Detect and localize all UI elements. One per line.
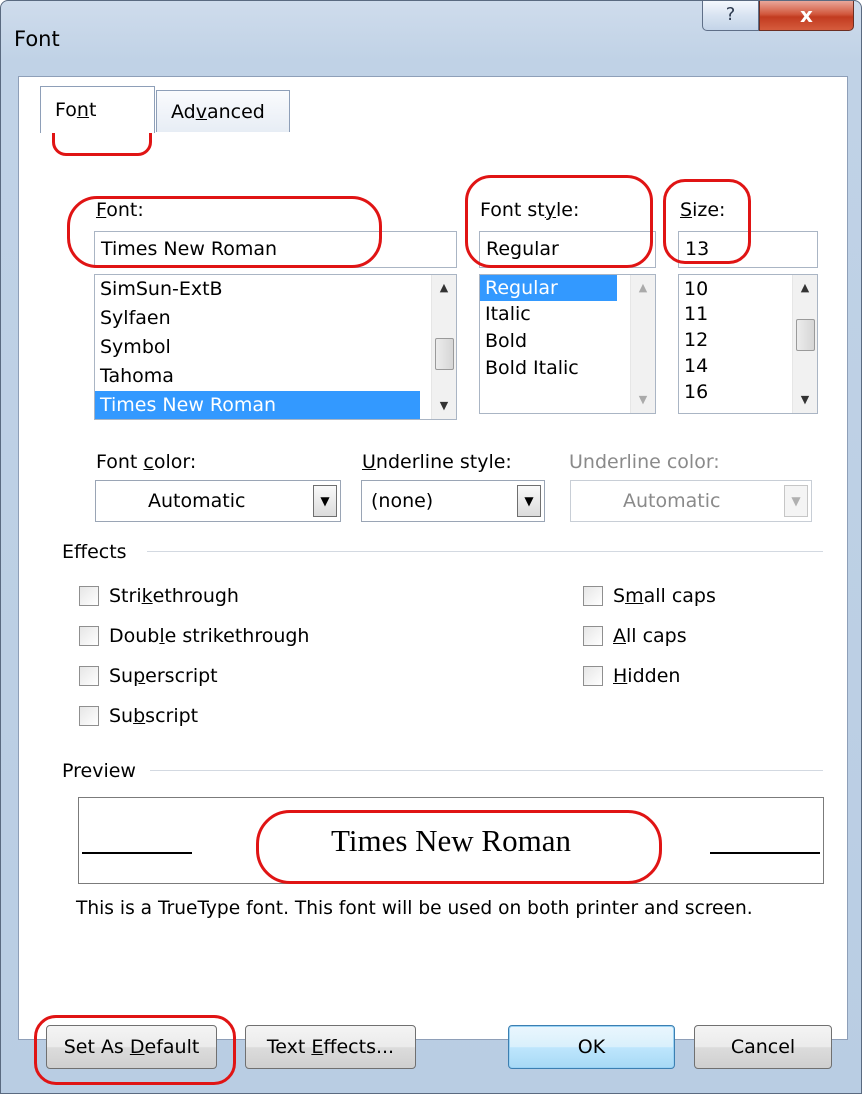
small-caps-checkbox[interactable]: Sm all caps xyxy=(583,585,716,607)
font-list[interactable]: SimSun-ExtB Sylfaen Symbol Tahoma Times … xyxy=(94,274,457,420)
font-list-item[interactable]: SimSun-ExtB xyxy=(95,275,456,304)
size-label: Size: xyxy=(680,199,726,221)
size-list-scrollbar[interactable]: ▲ ▼ xyxy=(792,275,817,413)
font-name-input[interactable]: Times New Roman xyxy=(94,231,457,268)
style-list-item[interactable]: Italic xyxy=(480,301,655,328)
checkbox-box[interactable] xyxy=(79,706,99,726)
chevron-down-icon: ▼ xyxy=(784,485,808,517)
strikethrough-checkbox[interactable]: Stri k ethrough xyxy=(79,585,239,607)
checkbox-box[interactable] xyxy=(79,626,99,646)
font-color-dropdown[interactable]: Automatic ▼ xyxy=(95,480,341,522)
preview-divider xyxy=(150,770,823,771)
scroll-thumb[interactable] xyxy=(435,338,454,370)
scroll-thumb[interactable] xyxy=(796,319,815,351)
checkbox-box[interactable] xyxy=(79,586,99,606)
size-list[interactable]: 10 11 12 14 16 ▲ ▼ xyxy=(678,274,818,414)
double-strikethrough-checkbox[interactable]: Doub l e strikethrough xyxy=(79,625,309,647)
preview-note: This is a TrueType font. This font will … xyxy=(76,898,753,919)
hidden-checkbox[interactable]: Hidden xyxy=(583,665,680,687)
preview-heading: Preview xyxy=(62,760,136,782)
underline-color-value: Automatic xyxy=(623,490,721,512)
font-style-list[interactable]: Regular Italic Bold Bold Italic ▲ ▼ xyxy=(479,274,656,414)
checkbox-box[interactable] xyxy=(583,626,603,646)
font-style-label: Font style: xyxy=(480,199,580,221)
underline-color-label: Underline color: xyxy=(569,451,720,473)
font-color-value: Automatic xyxy=(148,490,246,512)
font-list-items: SimSun-ExtB Sylfaen Symbol Tahoma Times … xyxy=(95,275,456,419)
underline-color-dropdown: Automatic ▼ xyxy=(570,480,812,522)
font-list-item-selected[interactable]: Times New Roman xyxy=(95,391,420,419)
cancel-button[interactable]: Cancel xyxy=(694,1025,832,1069)
scroll-down-icon[interactable]: ▼ xyxy=(631,389,655,411)
font-list-scrollbar[interactable]: ▲ ▼ xyxy=(431,275,456,419)
checkbox-box[interactable] xyxy=(79,666,99,686)
close-button[interactable]: x xyxy=(759,1,854,31)
font-label: Font: xyxy=(96,199,144,221)
underline-style-label: Underline style: xyxy=(362,451,512,473)
style-list-item[interactable]: Bold Italic xyxy=(480,355,655,382)
checkbox-box[interactable] xyxy=(583,586,603,606)
scroll-up-icon[interactable]: ▲ xyxy=(631,277,655,299)
style-list-scrollbar[interactable]: ▲ ▼ xyxy=(630,275,655,413)
window-title: Font xyxy=(14,27,60,51)
effects-heading: Effects xyxy=(62,541,127,563)
preview-baseline-right xyxy=(710,852,820,854)
set-as-default-button[interactable]: Set As Default xyxy=(46,1025,217,1069)
font-list-item[interactable]: Tahoma xyxy=(95,362,456,391)
scroll-down-icon[interactable]: ▼ xyxy=(793,389,817,411)
chevron-down-icon[interactable]: ▼ xyxy=(313,485,337,517)
tab-advanced[interactable]: Advanced xyxy=(156,90,290,132)
underline-style-value: (none) xyxy=(371,490,434,512)
style-list-item[interactable]: Bold xyxy=(480,328,655,355)
font-color-label: Font color: xyxy=(96,451,197,473)
checkbox-box[interactable] xyxy=(583,666,603,686)
scroll-up-icon[interactable]: ▲ xyxy=(432,277,456,299)
chevron-down-icon[interactable]: ▼ xyxy=(517,485,541,517)
all-caps-checkbox[interactable]: All caps xyxy=(583,625,687,647)
subscript-checkbox[interactable]: Su b script xyxy=(79,705,198,727)
scroll-up-icon[interactable]: ▲ xyxy=(793,277,817,299)
scroll-down-icon[interactable]: ▼ xyxy=(432,395,456,417)
underline-style-dropdown[interactable]: (none) ▼ xyxy=(361,480,545,522)
style-list-item-selected[interactable]: Regular xyxy=(480,275,617,301)
effects-divider xyxy=(147,551,823,552)
text-effects-button[interactable]: Text Effects... xyxy=(245,1025,416,1069)
superscript-checkbox[interactable]: Su p erscript xyxy=(79,665,218,687)
size-input[interactable]: 13 xyxy=(678,231,818,268)
help-button[interactable]: ? xyxy=(702,1,759,31)
ok-button[interactable]: OK xyxy=(508,1025,675,1069)
font-style-input[interactable]: Regular xyxy=(479,231,656,268)
font-list-item[interactable]: Symbol xyxy=(95,333,456,362)
tab-font[interactable]: Font xyxy=(40,86,155,133)
font-list-item[interactable]: Sylfaen xyxy=(95,304,456,333)
preview-box: Times New Roman xyxy=(78,797,824,884)
